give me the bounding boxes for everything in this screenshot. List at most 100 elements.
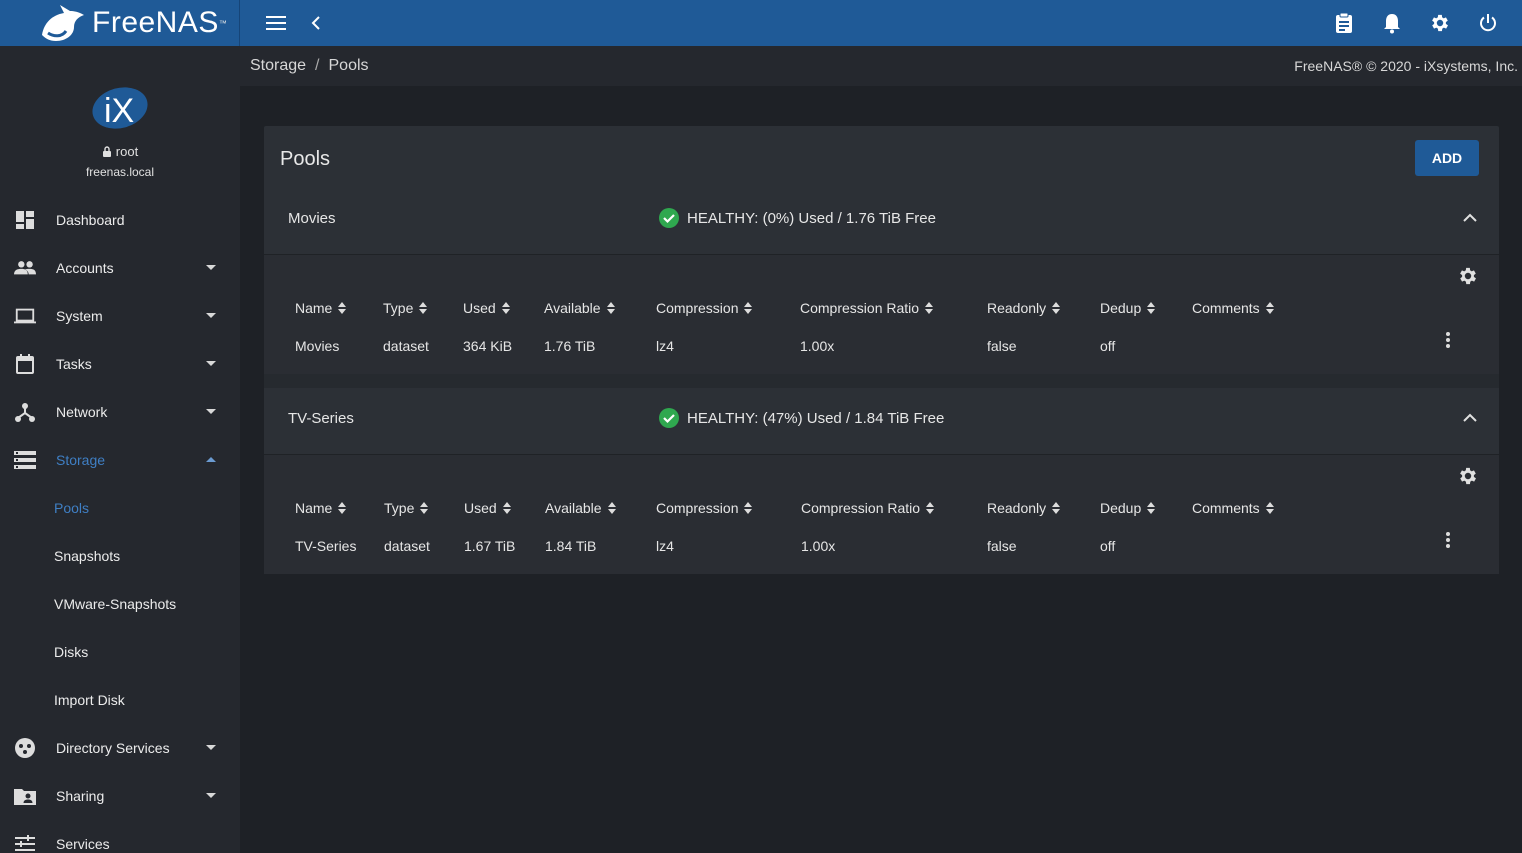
sidebar-item-label: Dashboard <box>56 212 125 228</box>
sidebar-item-label: System <box>56 308 103 324</box>
column-header-compression-ratio[interactable]: Compression Ratio <box>801 500 935 516</box>
sidebar-item-label: Network <box>56 404 108 420</box>
sidebar-item-directory-services[interactable]: Directory Services <box>0 724 240 772</box>
caret-down-icon <box>206 361 216 366</box>
sort-icon <box>1265 302 1274 314</box>
sidebar-item-sharing[interactable]: Sharing <box>0 772 240 820</box>
column-header-name[interactable]: Name <box>295 300 347 316</box>
column-header-comments[interactable]: Comments <box>1192 500 1274 516</box>
settings-button[interactable] <box>1424 7 1456 39</box>
column-header-dedup[interactable]: Dedup <box>1100 300 1156 316</box>
pool-status-text: HEALTHY: (47%) Used / 1.84 TiB Free <box>687 409 945 427</box>
directory-icon <box>14 737 36 759</box>
sort-icon <box>1147 502 1156 514</box>
sort-icon <box>502 502 511 514</box>
sidebar-item-label: Directory Services <box>56 740 170 756</box>
column-header-compression[interactable]: Compression <box>656 500 753 516</box>
sort-icon <box>1265 502 1274 514</box>
pool-status: HEALTHY: (47%) Used / 1.84 TiB Free <box>659 408 944 428</box>
sidebar-subitem-import-disk[interactable]: Import Disk <box>0 676 240 724</box>
column-header-available[interactable]: Available <box>545 500 616 516</box>
column-header-readonly[interactable]: Readonly <box>987 500 1061 516</box>
sidebar: iX root freenas.local Dashboard Accounts… <box>0 46 240 853</box>
sidebar-item-tasks[interactable]: Tasks <box>0 340 240 388</box>
brand-trademark: ™ <box>218 18 227 28</box>
folder-shared-icon <box>14 785 36 807</box>
hostname: freenas.local <box>85 165 155 179</box>
caret-down-icon <box>206 745 216 750</box>
breadcrumb: Storage / Pools FreeNAS® © 2020 - iXsyst… <box>240 46 1522 86</box>
menu-toggle-button[interactable] <box>260 7 292 39</box>
column-header-type[interactable]: Type <box>384 500 429 516</box>
more-vert-icon[interactable] <box>1445 531 1451 549</box>
pool-name: Movies <box>288 209 336 227</box>
sort-icon <box>501 302 510 314</box>
sidebar-subitem-snapshots[interactable]: Snapshots <box>0 532 240 580</box>
sidebar-item-system[interactable]: System <box>0 292 240 340</box>
column-header-comments[interactable]: Comments <box>1192 300 1274 316</box>
sidebar-subitem-vmware-snapshots[interactable]: VMware-Snapshots <box>0 580 240 628</box>
cell-readonly: false <box>987 538 1017 554</box>
sort-icon <box>925 302 934 314</box>
notifications-button[interactable] <box>1376 7 1408 39</box>
column-label: Compression <box>656 300 739 316</box>
column-label: Available <box>545 500 602 516</box>
lock-icon <box>102 146 111 157</box>
tune-icon <box>14 833 36 853</box>
sort-icon <box>606 302 615 314</box>
cell-used: 364 KiB <box>463 338 513 354</box>
sidebar-item-network[interactable]: Network <box>0 388 240 436</box>
task-manager-button[interactable] <box>1328 7 1360 39</box>
brand-logo[interactable]: FreeNAS ™ <box>0 0 240 46</box>
breadcrumb-storage[interactable]: Storage <box>250 57 306 75</box>
column-header-used[interactable]: Used <box>463 300 510 316</box>
storage-icon <box>14 449 36 471</box>
column-label: Compression Ratio <box>801 500 921 516</box>
chevron-up-icon[interactable] <box>1461 209 1479 227</box>
sort-icon <box>1052 302 1061 314</box>
sort-icon <box>1052 502 1061 514</box>
column-header-type[interactable]: Type <box>383 300 428 316</box>
power-button[interactable] <box>1472 7 1504 39</box>
column-header-dedup[interactable]: Dedup <box>1100 500 1156 516</box>
table-settings-gear-icon[interactable] <box>1457 465 1479 487</box>
column-label: Name <box>295 500 333 516</box>
sort-icon <box>607 502 616 514</box>
chevron-up-icon[interactable] <box>1461 409 1479 427</box>
copyright-text: FreeNAS® © 2020 - iXsystems, Inc. <box>1294 58 1518 74</box>
laptop-icon <box>14 305 36 327</box>
table-settings-gear-icon[interactable] <box>1457 265 1479 287</box>
dashboard-icon <box>14 209 36 231</box>
column-label: Available <box>544 300 601 316</box>
cell-compression: lz4 <box>656 338 674 354</box>
sort-icon <box>338 502 347 514</box>
column-header-available[interactable]: Available <box>544 300 615 316</box>
column-header-readonly[interactable]: Readonly <box>987 300 1061 316</box>
cell-compression-ratio: 1.00x <box>800 338 835 354</box>
cell-readonly: false <box>987 338 1017 354</box>
sidebar-item-storage[interactable]: Storage <box>0 436 240 484</box>
pools-card: Pools ADD Movies HEALTHY: (0%) Used / 1.… <box>264 126 1499 574</box>
sidebar-item-accounts[interactable]: Accounts <box>0 244 240 292</box>
cell-name: Movies <box>295 338 340 354</box>
column-header-name[interactable]: Name <box>295 500 347 516</box>
more-vert-icon[interactable] <box>1445 331 1451 349</box>
add-pool-button[interactable]: ADD <box>1415 140 1479 176</box>
pool-header-tv-series[interactable]: TV-Series HEALTHY: (47%) Used / 1.84 TiB… <box>264 386 1499 450</box>
sidebar-item-dashboard[interactable]: Dashboard <box>0 196 240 244</box>
sidebar-subitem-disks[interactable]: Disks <box>0 628 240 676</box>
column-label: Used <box>463 300 496 316</box>
cell-dedup: off <box>1100 538 1116 554</box>
sidebar-subitem-pools[interactable]: Pools <box>0 484 240 532</box>
user-line: root <box>102 144 138 159</box>
pool-header-movies[interactable]: Movies HEALTHY: (0%) Used / 1.76 TiB Fre… <box>264 186 1499 250</box>
breadcrumb-separator: / <box>315 57 320 74</box>
column-header-compression-ratio[interactable]: Compression Ratio <box>800 300 934 316</box>
column-header-used[interactable]: Used <box>464 500 511 516</box>
username: root <box>115 144 139 159</box>
sidebar-item-label: Tasks <box>56 356 92 372</box>
sidebar-item-services[interactable]: Services <box>0 820 240 853</box>
column-header-compression[interactable]: Compression <box>656 300 753 316</box>
collapse-sidebar-button[interactable] <box>300 7 332 39</box>
column-label: Readonly <box>987 500 1047 516</box>
